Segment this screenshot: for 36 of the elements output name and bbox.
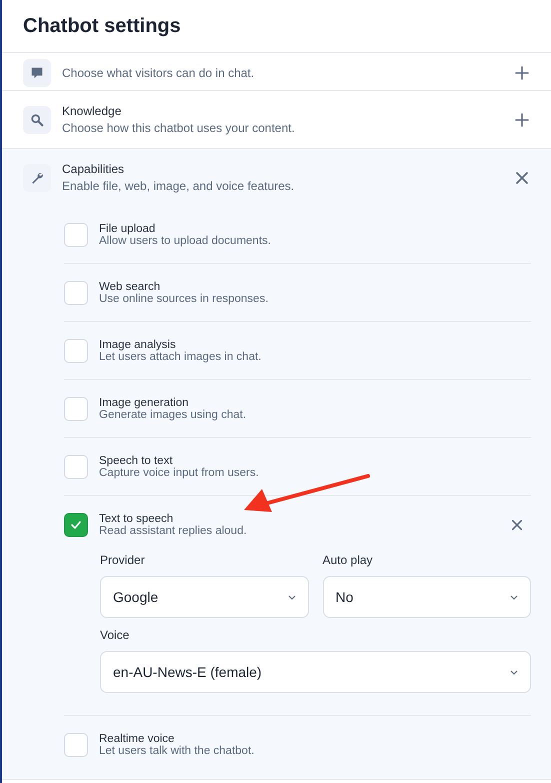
checkmark-icon — [71, 520, 81, 528]
wrench-icon — [23, 164, 51, 192]
option-title: Realtime voice — [99, 732, 176, 744]
chevron-down-icon — [288, 594, 296, 600]
page-title: Chatbot settings — [23, 14, 181, 38]
option-description: Use online sources in responses. — [99, 292, 270, 304]
section-title: Knowledge — [62, 104, 122, 118]
option-title: Speech to text — [99, 454, 174, 466]
dropdown[interactable]: No — [322, 576, 531, 618]
expand-button[interactable] — [513, 64, 531, 82]
section-description: Enable file, web, image, and voice features. — [62, 179, 296, 193]
checkbox[interactable] — [64, 512, 88, 536]
field-label: Provider — [100, 553, 146, 567]
field-label: Voice — [100, 628, 130, 642]
option-description: Let users attach images in chat. — [99, 350, 262, 362]
section-description: Choose what visitors can do in chat. — [62, 66, 256, 80]
dropdown[interactable]: Google — [100, 576, 308, 618]
option-title: Image generation — [99, 396, 190, 408]
expand-button[interactable] — [513, 110, 531, 128]
field-label: Auto play — [322, 553, 374, 567]
option-description: Generate images using chat. — [99, 408, 248, 420]
option-description: Capture voice input from users. — [99, 466, 260, 478]
option-title: Text to speech — [99, 512, 174, 524]
option-description: Read assistant replies aloud. — [99, 524, 248, 536]
option-title: Image analysis — [99, 338, 177, 350]
option-description: Let users talk with the chatbot. — [99, 744, 256, 756]
section-description: Choose how this chatbot uses your content. — [62, 121, 296, 135]
chevron-down-icon — [510, 594, 518, 600]
option-title: File upload — [99, 222, 156, 234]
option-title: Web search — [99, 280, 162, 292]
dropdown[interactable]: en-AU-News-E (female) — [100, 651, 531, 693]
search-icon — [23, 106, 51, 134]
chevron-down-icon — [510, 670, 518, 674]
chat-bubble-icon — [23, 58, 51, 86]
section-title: Capabilities — [62, 162, 126, 176]
option-description: Allow users to upload documents. — [99, 234, 272, 246]
